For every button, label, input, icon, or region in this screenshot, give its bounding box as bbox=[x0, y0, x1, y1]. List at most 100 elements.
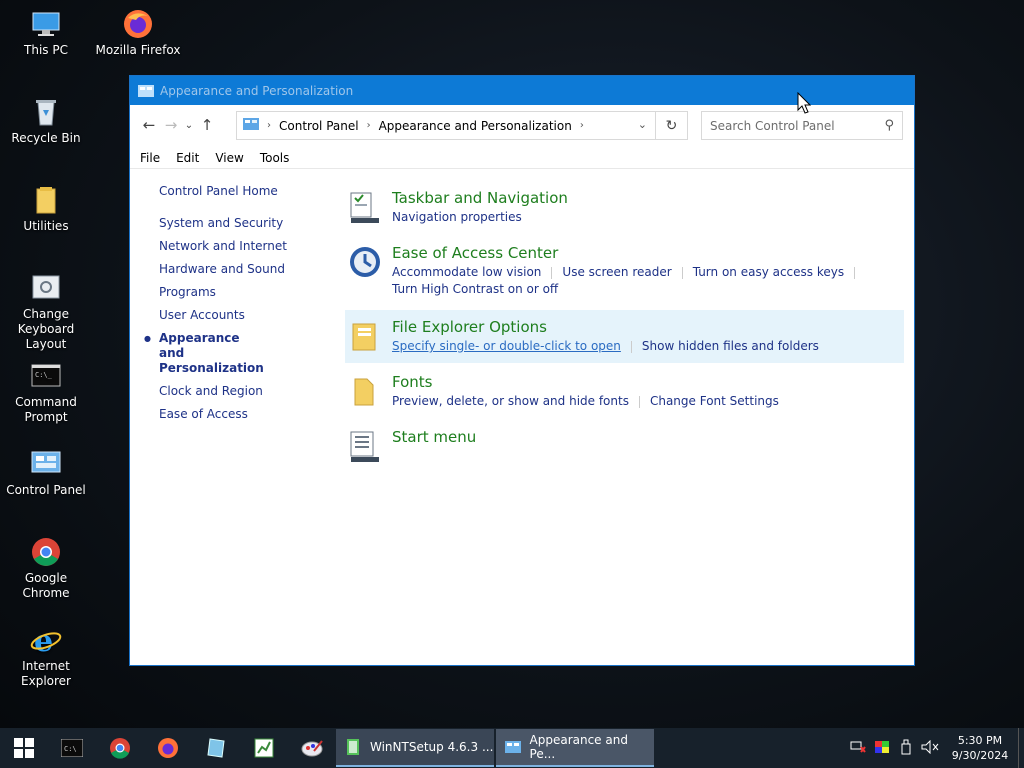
desktop-icon-label: Change Keyboard Layout bbox=[17, 307, 75, 351]
show-desktop-button[interactable] bbox=[1018, 728, 1024, 768]
taskbar-task-appearance[interactable]: Appearance and Pe... bbox=[496, 729, 654, 767]
display-icon[interactable] bbox=[870, 740, 894, 757]
menu-bar: File Edit View Tools bbox=[140, 151, 305, 165]
taskbar-app-6[interactable] bbox=[288, 728, 336, 768]
desktop-icon-command-prompt[interactable]: C:\_ Command Prompt bbox=[0, 360, 92, 425]
winntsetup-icon bbox=[347, 739, 359, 755]
keyboard-settings-icon bbox=[30, 272, 62, 304]
svg-text:C:\: C:\ bbox=[64, 745, 77, 753]
desktop-icon-label: Utilities bbox=[23, 219, 69, 233]
desktop-icon-label: This PC bbox=[24, 43, 68, 57]
desktop-icon-control-panel[interactable]: Control Panel bbox=[0, 448, 92, 498]
link-preview-fonts[interactable]: Preview, delete, or show and hide fonts bbox=[392, 394, 629, 408]
category-title[interactable]: Ease of Access Center bbox=[392, 244, 904, 262]
category-title[interactable]: Fonts bbox=[392, 373, 904, 391]
firefox-icon bbox=[122, 8, 154, 40]
desktop-icon-google-chrome[interactable]: Google Chrome bbox=[0, 536, 92, 601]
link-separator bbox=[854, 266, 856, 279]
link-single-or-double-click[interactable]: Specify single- or double-click to open bbox=[392, 339, 621, 353]
taskbar-app-4[interactable] bbox=[192, 728, 240, 768]
chart-app-icon bbox=[254, 738, 274, 758]
internet-explorer-icon: e bbox=[30, 624, 62, 659]
desktop-icon-this-pc[interactable]: This PC bbox=[0, 8, 92, 58]
control-panel-home-link[interactable]: Control Panel Home bbox=[159, 184, 319, 198]
category-file-explorer-options: File Explorer Options Specify single- or… bbox=[345, 310, 904, 363]
desktop-icon-label: Control Panel bbox=[6, 483, 86, 497]
window-title: Appearance and Personalization bbox=[160, 83, 354, 98]
menu-file[interactable]: File bbox=[140, 151, 160, 165]
system-tray: 5:30 PM 9/30/2024 bbox=[846, 728, 1024, 768]
system-clock[interactable]: 5:30 PM 9/30/2024 bbox=[942, 733, 1018, 763]
nav-ease-of-access[interactable]: Ease of Access bbox=[159, 407, 319, 422]
link-use-screen-reader[interactable]: Use screen reader bbox=[562, 265, 671, 279]
category-title[interactable]: File Explorer Options bbox=[392, 318, 904, 336]
nav-network-and-internet[interactable]: Network and Internet bbox=[159, 239, 319, 254]
nav-system-and-security[interactable]: System and Security bbox=[159, 216, 319, 231]
nav-user-accounts[interactable]: User Accounts bbox=[159, 308, 319, 323]
link-separator bbox=[551, 266, 553, 279]
menu-view[interactable]: View bbox=[215, 151, 243, 165]
up-button[interactable]: ↑ bbox=[196, 114, 218, 136]
desktop-icon-change-keyboard-layout[interactable]: Change Keyboard Layout bbox=[0, 272, 92, 352]
taskbar-app-5[interactable] bbox=[240, 728, 288, 768]
breadcrumb-control-panel[interactable]: Control Panel bbox=[279, 119, 359, 133]
nav-clock-and-region[interactable]: Clock and Region bbox=[159, 384, 319, 399]
taskbar-chrome[interactable] bbox=[96, 728, 144, 768]
back-button[interactable]: ← bbox=[138, 114, 160, 136]
taskbar-firefox[interactable] bbox=[144, 728, 192, 768]
start-menu-icon bbox=[349, 430, 381, 462]
desktop-icon-firefox[interactable]: Mozilla Firefox bbox=[92, 8, 184, 58]
taskbar-task-winntsetup[interactable]: WinNTSetup 4.6.3 ... bbox=[336, 729, 494, 767]
volume-muted-icon[interactable] bbox=[918, 739, 942, 757]
notes-app-icon bbox=[207, 738, 225, 758]
link-change-font-settings[interactable]: Change Font Settings bbox=[650, 394, 779, 408]
chevron-down-icon[interactable]: ⌄ bbox=[638, 118, 647, 131]
control-panel-window: Appearance and Personalization ← → ⌄ ↑ ›… bbox=[129, 75, 915, 666]
network-icon[interactable] bbox=[846, 740, 870, 757]
chevron-right-icon[interactable]: › bbox=[580, 120, 584, 131]
desktop-icon-label: Mozilla Firefox bbox=[95, 43, 181, 57]
link-turn-high-contrast[interactable]: Turn High Contrast on or off bbox=[392, 282, 558, 296]
command-prompt-icon: C:\ bbox=[61, 739, 83, 757]
clock-date: 9/30/2024 bbox=[951, 749, 1009, 762]
mouse-cursor-icon bbox=[797, 91, 812, 117]
content-area: Control Panel Home System and Security N… bbox=[130, 168, 914, 665]
menu-edit[interactable]: Edit bbox=[176, 151, 199, 165]
desktop-icon-internet-explorer[interactable]: e Internet Explorer bbox=[0, 624, 92, 689]
category-title[interactable]: Taskbar and Navigation bbox=[392, 189, 904, 207]
link-separator bbox=[681, 266, 683, 279]
nav-programs[interactable]: Programs bbox=[159, 285, 319, 300]
category-taskbar-and-navigation: Taskbar and Navigation Navigation proper… bbox=[345, 181, 904, 234]
desktop-icon-recycle-bin[interactable]: Recycle Bin bbox=[0, 96, 92, 146]
menu-tools[interactable]: Tools bbox=[260, 151, 290, 165]
category-ease-of-access-center: Ease of Access Center Accommodate low vi… bbox=[345, 236, 904, 306]
link-navigation-properties[interactable]: Navigation properties bbox=[392, 210, 522, 224]
nav-appearance-and-personalization[interactable]: Appearance and Personalization bbox=[144, 331, 264, 376]
svg-text:C:\_: C:\_ bbox=[35, 371, 53, 379]
desktop-icon-label: Internet Explorer bbox=[21, 659, 71, 688]
desktop-icon-label: Google Chrome bbox=[22, 571, 70, 600]
taskbar-command-prompt[interactable]: C:\ bbox=[48, 728, 96, 768]
nav-hardware-and-sound[interactable]: Hardware and Sound bbox=[159, 262, 319, 277]
paint-app-icon bbox=[301, 740, 323, 757]
link-show-hidden-files[interactable]: Show hidden files and folders bbox=[642, 339, 819, 353]
control-panel-icon bbox=[30, 448, 62, 480]
recent-locations-button[interactable]: ⌄ bbox=[182, 114, 196, 136]
refresh-button[interactable]: ↻ bbox=[655, 112, 687, 139]
clock-time: 5:30 PM bbox=[957, 734, 1003, 747]
left-navigation: Control Panel Home System and Security N… bbox=[144, 184, 319, 430]
start-button[interactable] bbox=[0, 728, 48, 768]
usb-drive-icon[interactable] bbox=[894, 739, 918, 758]
control-panel-icon bbox=[243, 117, 259, 134]
category-title[interactable]: Start menu bbox=[392, 428, 904, 446]
this-pc-icon bbox=[30, 8, 62, 40]
category-start-menu: Start menu bbox=[345, 420, 904, 462]
chevron-right-icon[interactable]: › bbox=[367, 120, 371, 131]
search-icon[interactable]: ⚲ bbox=[884, 118, 894, 133]
address-bar[interactable]: › Control Panel › Appearance and Persona… bbox=[236, 111, 688, 140]
forward-button[interactable]: → bbox=[160, 114, 182, 136]
desktop-icon-utilities[interactable]: Utilities bbox=[0, 184, 92, 234]
breadcrumb-appearance[interactable]: Appearance and Personalization bbox=[379, 119, 572, 133]
link-turn-on-easy-access-keys[interactable]: Turn on easy access keys bbox=[693, 265, 844, 279]
link-accommodate-low-vision[interactable]: Accommodate low vision bbox=[392, 265, 541, 279]
